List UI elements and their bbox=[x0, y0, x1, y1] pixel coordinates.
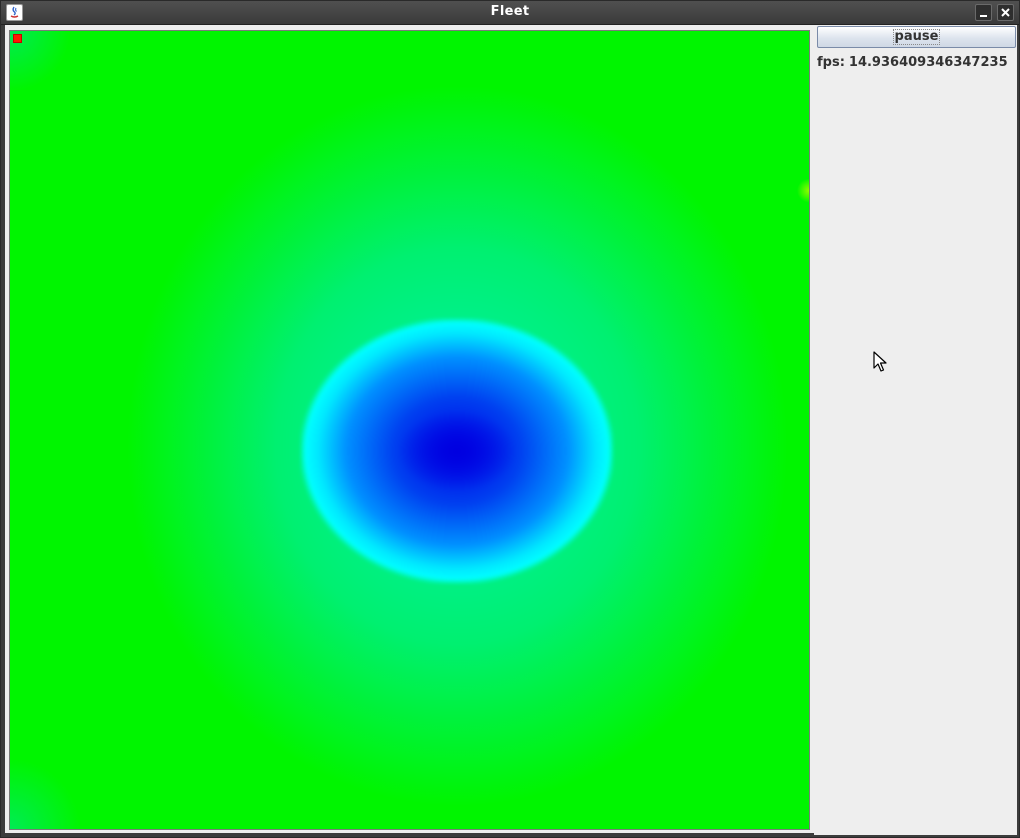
obstacle-field-blob bbox=[301, 319, 613, 583]
window-border-left bbox=[1, 25, 5, 837]
app-window: Fleet pause fps: 14.936409346347235 bbox=[0, 0, 1020, 838]
close-icon bbox=[998, 5, 1013, 20]
mouse-pointer-icon bbox=[873, 351, 889, 373]
minimize-icon bbox=[976, 5, 991, 20]
title-bar[interactable]: Fleet bbox=[1, 1, 1019, 25]
minimize-button[interactable] bbox=[975, 4, 992, 21]
fps-label: fps: bbox=[817, 55, 845, 70]
fps-value: 14.936409346347235 bbox=[848, 55, 1008, 70]
pause-button[interactable]: pause bbox=[817, 26, 1016, 48]
fps-readout: fps: 14.936409346347235 bbox=[817, 55, 1008, 70]
fleet-agent-marker bbox=[13, 34, 22, 43]
window-title: Fleet bbox=[490, 4, 530, 19]
pause-button-label: pause bbox=[892, 29, 941, 45]
control-panel: pause fps: 14.936409346347235 bbox=[814, 25, 1017, 835]
close-button[interactable] bbox=[997, 4, 1014, 21]
simulation-canvas[interactable] bbox=[9, 30, 810, 830]
